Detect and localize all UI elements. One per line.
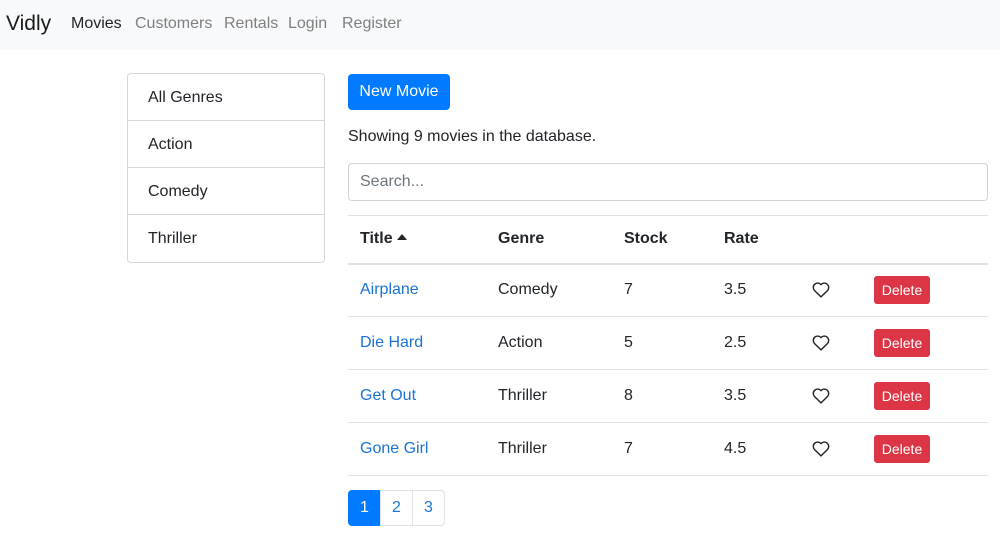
nav-rentals[interactable]: Rentals	[224, 15, 278, 33]
movie-genre: Comedy	[498, 281, 558, 299]
brand-logo[interactable]: Vidly	[6, 12, 51, 36]
genre-list: All Genres Action Comedy Thriller	[127, 73, 325, 263]
column-header-rate[interactable]: Rate	[712, 216, 800, 264]
delete-button[interactable]: Delete	[874, 435, 930, 463]
movie-stock: 7	[624, 440, 633, 457]
nav-customers[interactable]: Customers	[135, 15, 212, 33]
movie-title-link[interactable]: Die Hard	[360, 334, 423, 351]
column-header-like	[800, 216, 862, 264]
movie-title-link[interactable]: Gone Girl	[360, 440, 428, 457]
search-input[interactable]	[348, 163, 988, 201]
column-header-delete	[862, 216, 988, 264]
nav-movies[interactable]: Movies	[71, 15, 122, 33]
table-row: Gone Girl Thriller 7 4.5 Delete	[348, 423, 988, 476]
movie-stock: 8	[624, 387, 633, 404]
new-movie-button[interactable]: New Movie	[348, 74, 450, 110]
table-row: Die Hard Action 5 2.5 Delete	[348, 317, 988, 370]
pagination: 1 2 3	[348, 490, 445, 526]
page-link-2[interactable]: 2	[380, 490, 413, 526]
heart-icon[interactable]	[812, 388, 830, 404]
delete-button[interactable]: Delete	[874, 382, 930, 410]
navbar: Vidly Movies Customers Rentals Login Reg…	[0, 0, 1000, 50]
delete-button[interactable]: Delete	[874, 329, 930, 357]
movie-rate: 3.5	[724, 281, 747, 299]
movies-table: Title Genre Stock Rate Airplane Comedy 7…	[348, 215, 988, 476]
movie-title-link[interactable]: Get Out	[360, 387, 416, 404]
movie-stock: 7	[624, 281, 633, 299]
heart-icon[interactable]	[812, 335, 830, 351]
nav-login[interactable]: Login	[288, 15, 327, 33]
heart-icon[interactable]	[812, 441, 830, 457]
table-row: Airplane Comedy 7 3.5 Delete	[348, 264, 988, 317]
page-link-1[interactable]: 1	[348, 490, 381, 526]
nav-register[interactable]: Register	[342, 15, 402, 33]
movie-rate: 2.5	[724, 334, 747, 351]
delete-button[interactable]: Delete	[874, 276, 930, 305]
movie-title-link[interactable]: Airplane	[360, 281, 419, 298]
column-header-title-label: Title	[360, 230, 393, 248]
sort-asc-icon	[396, 234, 407, 241]
genre-item-action[interactable]: Action	[128, 121, 324, 168]
movie-count-text: Showing 9 movies in the database.	[348, 128, 597, 145]
genre-item-comedy[interactable]: Comedy	[128, 168, 324, 215]
heart-icon[interactable]	[812, 282, 830, 298]
genre-item-thriller[interactable]: Thriller	[128, 215, 324, 262]
column-header-title[interactable]: Title	[348, 216, 486, 264]
table-header-row: Title Genre Stock Rate	[348, 215, 988, 264]
column-header-genre[interactable]: Genre	[486, 216, 612, 264]
table-row: Get Out Thriller 8 3.5 Delete	[348, 370, 988, 423]
genre-item-all[interactable]: All Genres	[128, 74, 324, 121]
movie-genre: Thriller	[498, 387, 547, 404]
column-header-stock[interactable]: Stock	[612, 216, 712, 264]
movie-rate: 4.5	[724, 440, 747, 457]
movie-genre: Action	[498, 334, 543, 351]
movie-rate: 3.5	[724, 387, 747, 404]
movie-stock: 5	[624, 334, 633, 351]
page-link-3[interactable]: 3	[412, 490, 445, 526]
movie-genre: Thriller	[498, 440, 547, 457]
